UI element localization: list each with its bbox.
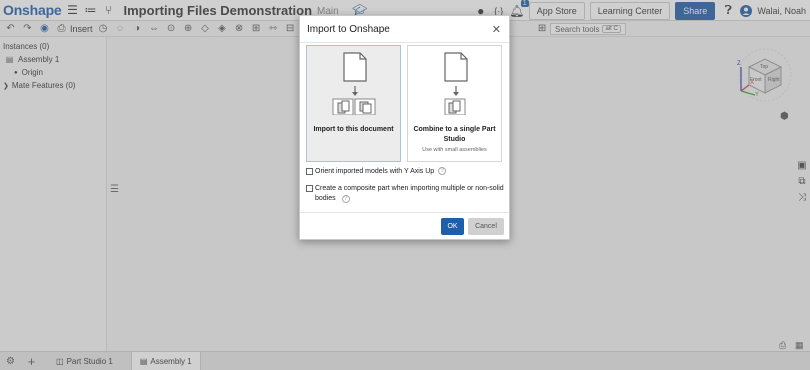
dialog-title: Import to Onshape: [307, 24, 390, 35]
import-document-icon: [332, 52, 376, 115]
option-label: Combine to a single Part Studio: [413, 126, 496, 143]
orient-y-up-label[interactable]: Orient imported models with Y Axis Up: [315, 167, 434, 177]
option-label: Import to this document: [313, 126, 394, 133]
import-dialog: Import to Onshape ✕ Import to this docum…: [299, 15, 510, 240]
help-icon[interactable]: ?: [438, 167, 447, 175]
dialog-footer-divider: [300, 212, 509, 213]
option-sublabel: Use with small assemblies: [422, 147, 487, 153]
option-combine-part-studio[interactable]: Combine to a single Part Studio Use with…: [407, 45, 502, 162]
combine-part-studio-icon: [444, 52, 468, 115]
orient-y-up-row: Orient imported models with Y Axis Up ?: [306, 167, 447, 177]
close-icon[interactable]: ✕: [492, 23, 501, 36]
composite-part-row: Create a composite part when importing m…: [306, 184, 506, 204]
dialog-divider: [300, 42, 509, 43]
orient-y-up-checkbox[interactable]: [306, 168, 313, 175]
help-icon[interactable]: ?: [341, 195, 350, 203]
ok-button[interactable]: OK: [441, 218, 464, 235]
composite-part-checkbox[interactable]: [306, 185, 313, 192]
composite-part-label[interactable]: Create a composite part when importing m…: [315, 184, 506, 204]
cancel-button[interactable]: Cancel: [468, 218, 504, 235]
option-import-to-document[interactable]: Import to this document: [306, 45, 401, 162]
